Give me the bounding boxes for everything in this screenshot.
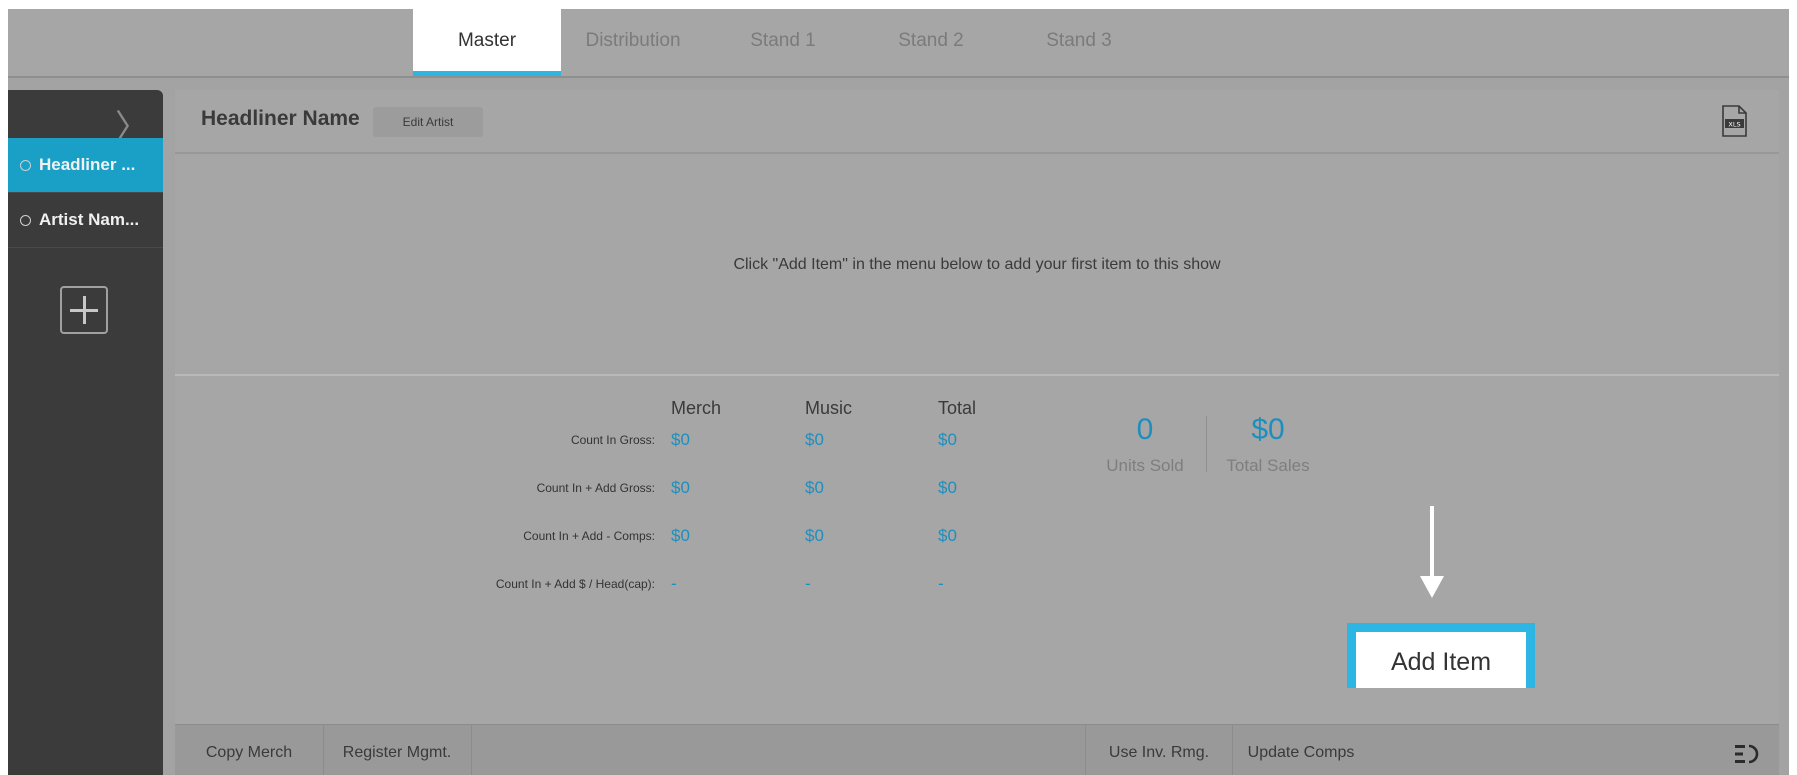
use-inv-rmg-button[interactable]: Use Inv. Rmg. bbox=[1085, 725, 1233, 775]
app-window: Master Distribution Stand 1 Stand 2 Stan… bbox=[8, 9, 1789, 775]
value-music: $0 bbox=[805, 526, 824, 545]
add-artist-button[interactable] bbox=[60, 286, 108, 334]
row-label-per-head: Count In + Add $ / Head(cap): bbox=[495, 577, 655, 591]
row-label-count-in-add-gross: Count In + Add Gross: bbox=[536, 481, 655, 495]
tab-stand-1[interactable]: Stand 1 bbox=[728, 9, 838, 76]
value-total: $0 bbox=[938, 430, 957, 449]
radio-icon bbox=[20, 215, 31, 227]
value-merch: $0 bbox=[671, 526, 690, 545]
svg-text:XLS: XLS bbox=[1728, 121, 1740, 129]
value-total: - bbox=[938, 574, 944, 593]
section-divider bbox=[175, 374, 1779, 376]
value-music: $0 bbox=[805, 478, 824, 497]
register-mgmt-button[interactable]: Register Mgmt. bbox=[323, 725, 472, 775]
column-header-music: Music bbox=[805, 398, 853, 418]
sidebar-item-headliner[interactable]: Headliner ... bbox=[8, 138, 163, 193]
edit-artist-button[interactable]: Edit Artist bbox=[373, 107, 483, 137]
value-merch: - bbox=[671, 574, 677, 593]
row-label-count-in-gross: Count In Gross: bbox=[570, 433, 655, 447]
menu-collapse-icon[interactable] bbox=[1733, 741, 1763, 767]
radio-icon bbox=[20, 160, 31, 172]
tab-bar: Master Distribution Stand 1 Stand 2 Stan… bbox=[8, 9, 1789, 78]
arrow-down-icon bbox=[1420, 576, 1444, 598]
value-merch: $0 bbox=[671, 430, 690, 449]
value-music: - bbox=[805, 574, 811, 593]
total-sales-value: $0 bbox=[1251, 413, 1285, 446]
sidebar-item-artist[interactable]: Artist Nam... bbox=[8, 193, 163, 248]
tab-master[interactable]: Master bbox=[413, 9, 561, 76]
arrow-indicator bbox=[1430, 506, 1434, 578]
value-music: $0 bbox=[805, 430, 824, 449]
value-total: $0 bbox=[938, 478, 957, 497]
sidebar-item-label: Artist Nam... bbox=[39, 210, 140, 229]
empty-state-message: Click "Add Item" in the menu below to ad… bbox=[733, 256, 1221, 273]
add-item-button[interactable]: Add Item bbox=[1347, 623, 1535, 688]
tab-stand-3[interactable]: Stand 3 bbox=[1024, 9, 1134, 76]
value-merch: $0 bbox=[671, 478, 690, 497]
artist-sidebar: 〉 Headliner ... Artist Nam... bbox=[8, 90, 163, 775]
tab-distribution[interactable]: Distribution bbox=[568, 9, 698, 76]
column-header-total: Total bbox=[938, 398, 977, 418]
row-label-count-in-add-comps: Count In + Add - Comps: bbox=[523, 529, 655, 543]
bottom-toolbar: Copy Merch Register Mgmt. Use Inv. Rmg. … bbox=[175, 724, 1779, 775]
column-header-merch: Merch bbox=[671, 398, 722, 418]
copy-merch-button[interactable]: Copy Merch bbox=[175, 725, 324, 775]
page-title: Headliner Name bbox=[201, 107, 360, 130]
units-sold-label: Units Sold bbox=[1106, 456, 1184, 475]
tab-stand-2[interactable]: Stand 2 bbox=[876, 9, 986, 76]
sidebar-item-label: Headliner ... bbox=[39, 155, 136, 174]
update-comps-button[interactable]: Update Comps bbox=[1231, 725, 1371, 775]
total-sales-label: Total Sales bbox=[1226, 456, 1310, 475]
units-sold-value: 0 bbox=[1136, 413, 1154, 446]
artist-header: Headliner Name Edit Artist XLS bbox=[175, 90, 1779, 154]
xls-file-icon[interactable]: XLS bbox=[1721, 105, 1747, 137]
value-total: $0 bbox=[938, 526, 957, 545]
main-panel: Headliner Name Edit Artist XLS Click "Ad… bbox=[175, 90, 1779, 775]
